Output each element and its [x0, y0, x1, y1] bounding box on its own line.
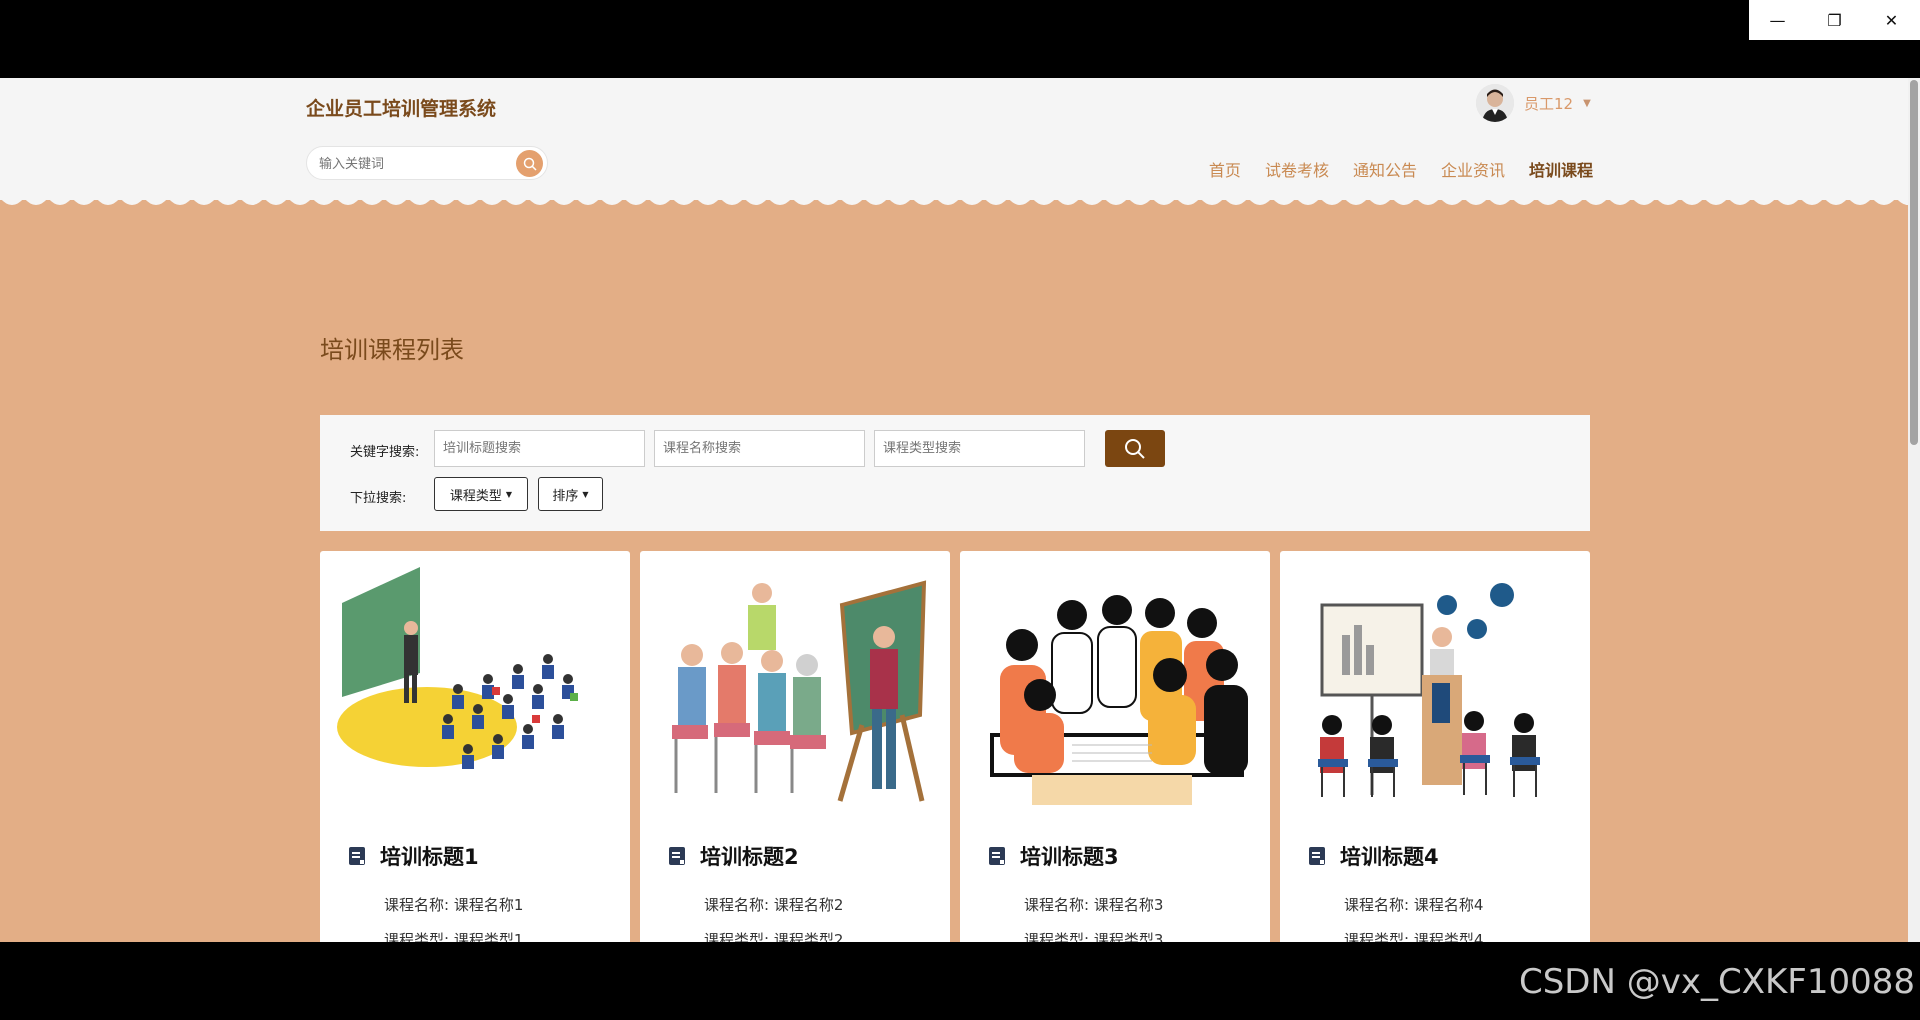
card-title: 培训标题2	[668, 841, 799, 871]
nav-exams[interactable]: 试卷考核	[1265, 157, 1329, 181]
keyword-search-label: 关键字搜索:	[350, 445, 420, 460]
card-title-text[interactable]: 培训标题3	[1020, 841, 1119, 871]
search-icon	[1125, 438, 1145, 459]
card-title: 培训标题4	[1308, 841, 1439, 871]
course-type-field: 课程类型: 课程类型3	[1024, 931, 1164, 942]
course-name-field: 课程名称: 课程名称1	[384, 896, 524, 914]
course-image[interactable]	[652, 565, 938, 805]
course-name-field: 课程名称: 课程名称4	[1344, 896, 1484, 914]
document-icon	[1309, 847, 1325, 865]
card-title: 培训标题3	[988, 841, 1119, 871]
card-title-text[interactable]: 培训标题4	[1340, 841, 1439, 871]
scrollbar-thumb[interactable]	[1910, 80, 1918, 445]
course-image[interactable]	[1292, 565, 1578, 805]
dropdown-search-label: 下拉搜索:	[350, 491, 407, 506]
site-header: 企业员工培训管理系统 员工12 ▼ 首页 试卷考核	[0, 78, 1908, 200]
minimize-icon[interactable]: —	[1749, 0, 1806, 40]
caret-down-icon: ▼	[582, 489, 589, 499]
course-image[interactable]	[332, 565, 618, 805]
course-card[interactable]: 培训标题4 课程名称: 课程名称4 课程类型: 课程类型4	[1280, 551, 1590, 942]
window-title-bar: — ❐ ✕	[0, 0, 1920, 78]
nav-home[interactable]: 首页	[1209, 157, 1241, 181]
close-icon[interactable]: ✕	[1863, 0, 1920, 40]
card-title: 培训标题1	[348, 841, 479, 871]
course-name-field: 课程名称: 课程名称2	[704, 896, 844, 914]
course-name-search-input[interactable]	[654, 430, 865, 467]
main-nav: 首页 试卷考核 通知公告 企业资讯 培训课程	[1209, 157, 1593, 181]
chevron-down-icon[interactable]: ▼	[1583, 98, 1591, 109]
sort-dropdown-label: 排序	[552, 488, 579, 504]
nav-courses[interactable]: 培训课程	[1529, 157, 1593, 181]
nav-news[interactable]: 企业资讯	[1441, 157, 1505, 181]
user-name[interactable]: 员工12	[1524, 93, 1573, 114]
card-title-text[interactable]: 培训标题1	[380, 841, 479, 871]
filter-panel: 关键字搜索: 下拉搜索: 课程类型 ▼ 排序 ▼	[320, 415, 1590, 531]
document-icon	[349, 847, 365, 865]
avatar[interactable]	[1476, 84, 1514, 122]
course-card[interactable]: 培训标题1 课程名称: 课程名称1 课程类型: 课程类型1	[320, 551, 630, 942]
page-viewport: 企业员工培训管理系统 员工12 ▼ 首页 试卷考核	[0, 78, 1908, 942]
top-search-box	[306, 146, 548, 180]
course-type-field: 课程类型: 课程类型1	[384, 931, 524, 942]
window-controls: — ❐ ✕	[1749, 0, 1920, 40]
user-menu[interactable]: 员工12 ▼	[1476, 84, 1591, 122]
course-card[interactable]: 培训标题2 课程名称: 课程名称2 课程类型: 课程类型2	[640, 551, 950, 942]
document-icon	[989, 847, 1005, 865]
nav-notices[interactable]: 通知公告	[1353, 157, 1417, 181]
site-brand[interactable]: 企业员工培训管理系统	[306, 94, 496, 121]
card-title-text[interactable]: 培训标题2	[700, 841, 799, 871]
caret-down-icon: ▼	[505, 489, 513, 499]
top-search-input[interactable]	[317, 154, 511, 174]
search-icon[interactable]	[516, 150, 543, 177]
course-type-field: 课程类型: 课程类型4	[1344, 931, 1484, 942]
course-name-field: 课程名称: 课程名称3	[1024, 896, 1164, 914]
sort-dropdown[interactable]: 排序 ▼	[538, 477, 603, 511]
course-card[interactable]: 培训标题3 课程名称: 课程名称3 课程类型: 课程类型3	[960, 551, 1270, 942]
header-wave-divider	[0, 188, 1908, 205]
page-title: 培训课程列表	[320, 336, 464, 364]
vertical-scrollbar[interactable]	[1908, 78, 1920, 942]
document-icon	[669, 847, 685, 865]
search-button[interactable]	[1105, 430, 1165, 467]
restore-icon[interactable]: ❐	[1806, 0, 1863, 40]
course-type-dropdown-label: 课程类型	[449, 488, 502, 504]
course-image[interactable]	[972, 565, 1258, 805]
title-search-input[interactable]	[434, 430, 645, 467]
bottom-bar: CSDN @vx_CXKF10088	[0, 942, 1920, 1020]
course-type-field: 课程类型: 课程类型2	[704, 931, 844, 942]
course-type-search-input[interactable]	[874, 430, 1085, 467]
watermark: CSDN @vx_CXKF10088	[1518, 962, 1915, 1002]
course-type-dropdown[interactable]: 课程类型 ▼	[434, 477, 528, 511]
